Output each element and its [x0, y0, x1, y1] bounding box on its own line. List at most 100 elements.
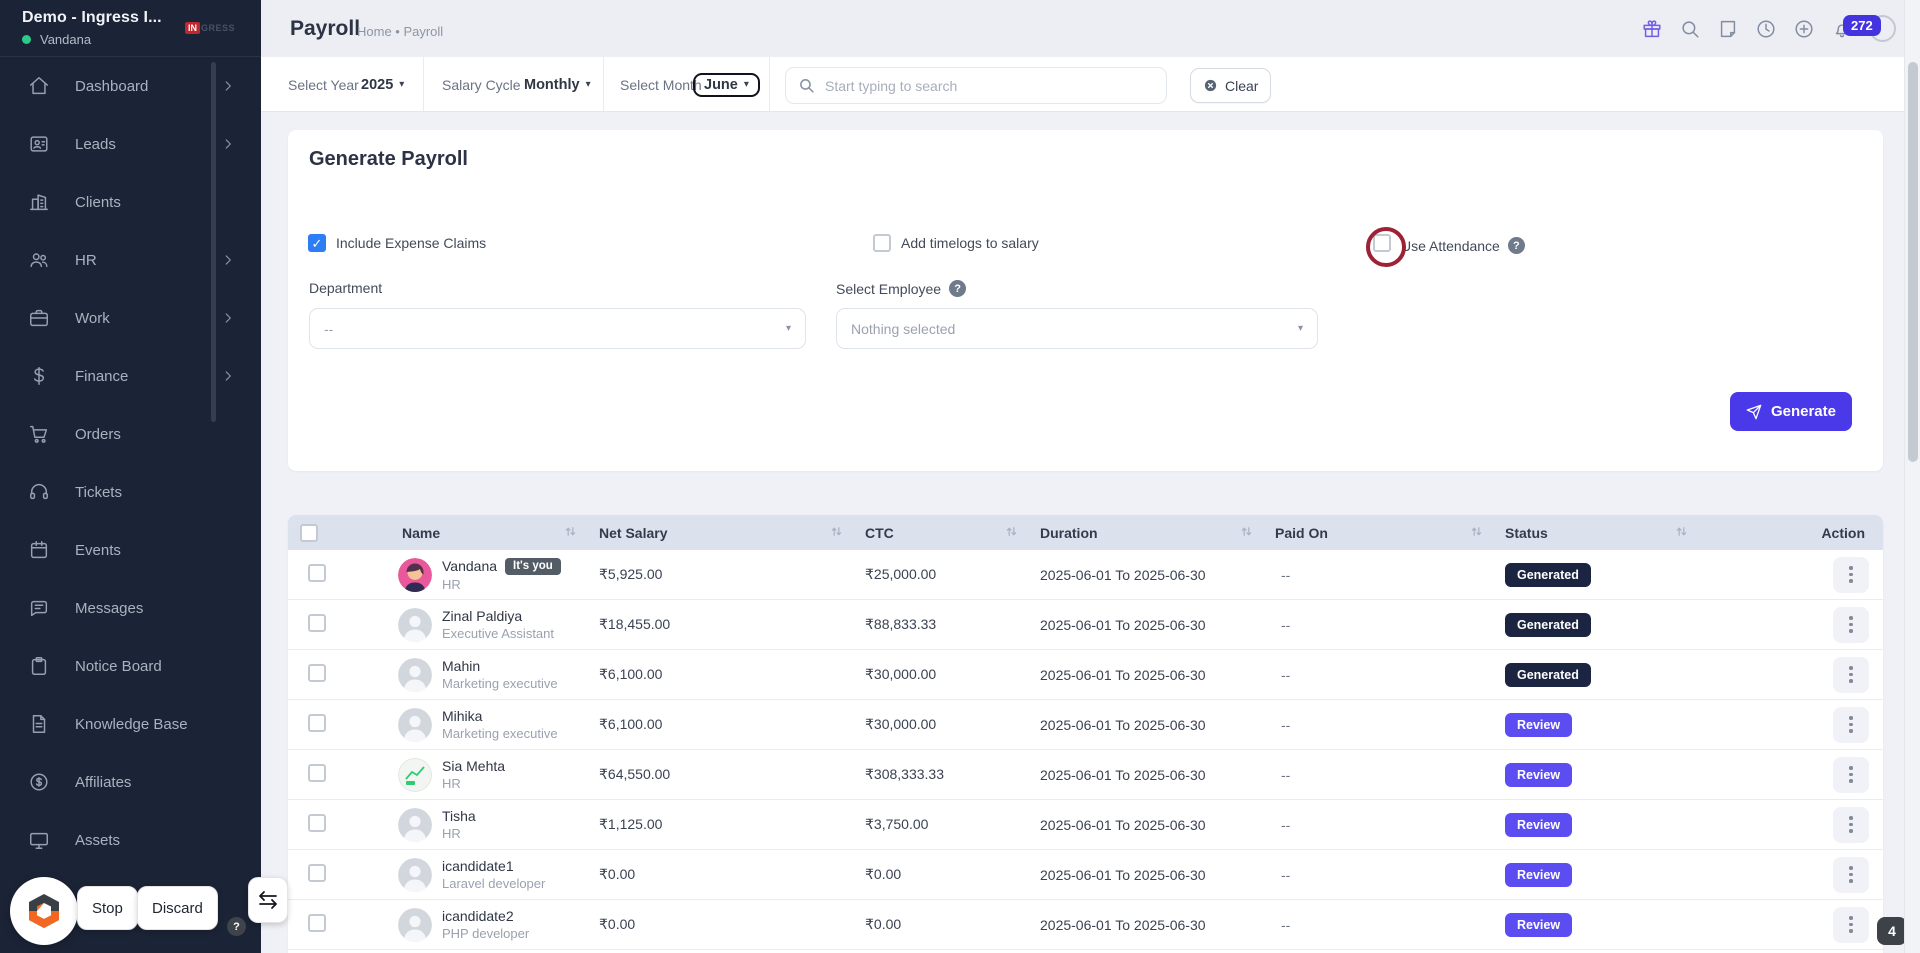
recorder-logo[interactable]: [10, 877, 78, 945]
action-cell: [1698, 557, 1883, 593]
employee-cell[interactable]: Sia MehtaHR: [336, 758, 587, 792]
leads-icon: [28, 133, 50, 155]
add-timelogs-checkbox[interactable]: [873, 234, 891, 252]
year-dropdown[interactable]: 2025▾: [361, 57, 404, 112]
row-checkbox[interactable]: [308, 714, 326, 732]
sidebar-item-label: Orders: [75, 426, 121, 443]
row-checkbox-cell: [288, 814, 336, 835]
current-user: Vandana: [22, 32, 247, 47]
help-bubble[interactable]: ?: [227, 917, 246, 936]
column-header-status[interactable]: Status: [1493, 515, 1698, 550]
employee-cell[interactable]: VandanaIt's youHR: [336, 558, 587, 592]
table-row: icandidate2PHP developer₹0.00₹0.002025-0…: [288, 900, 1883, 950]
use-attendance-checkbox[interactable]: [1373, 234, 1391, 252]
employee-role: Laravel developer: [442, 876, 545, 891]
note-icon[interactable]: [1717, 18, 1739, 40]
row-actions-menu-button[interactable]: [1833, 807, 1869, 843]
work-icon: [28, 307, 50, 329]
row-checkbox[interactable]: [308, 614, 326, 632]
select-month-label: Select Month: [620, 57, 702, 112]
sidebar-item-knowledge-base[interactable]: Knowledge Base: [0, 695, 261, 753]
sidebar-item-orders[interactable]: Orders: [0, 405, 261, 463]
column-header-ctc[interactable]: CTC: [853, 515, 1028, 550]
sidebar-item-label: Dashboard: [75, 78, 148, 95]
employee-cell[interactable]: TishaHR: [336, 808, 587, 842]
month-dropdown[interactable]: June▾: [693, 57, 760, 112]
status-cell: Review: [1493, 763, 1698, 787]
row-actions-menu-button[interactable]: [1833, 607, 1869, 643]
sidebar-scrollbar-thumb[interactable]: [211, 62, 216, 422]
discard-button[interactable]: Discard: [137, 886, 218, 930]
column-header-name[interactable]: Name: [336, 515, 587, 550]
row-actions-menu-button[interactable]: [1833, 857, 1869, 893]
department-value: --: [324, 321, 780, 337]
sidebar-item-notice-board[interactable]: Notice Board: [0, 637, 261, 695]
swap-arrows-button[interactable]: [248, 877, 288, 923]
action-cell: [1698, 657, 1883, 693]
sidebar-item-work[interactable]: Work: [0, 289, 261, 347]
row-actions-menu-button[interactable]: [1833, 657, 1869, 693]
generate-button[interactable]: Generate: [1730, 392, 1852, 431]
help-icon[interactable]: ?: [1508, 237, 1525, 254]
card-title: Generate Payroll: [309, 148, 468, 171]
column-header-duration[interactable]: Duration: [1028, 515, 1263, 550]
scrollbar-thumb[interactable]: [1908, 62, 1918, 462]
employee-cell[interactable]: icandidate1Laravel developer: [336, 858, 587, 892]
brand-logo: IN GRESS: [185, 22, 235, 34]
employee-cell[interactable]: Zinal PaldiyaExecutive Assistant: [336, 608, 587, 642]
ctc-cell: ₹0.00: [853, 916, 1028, 933]
search-input[interactable]: [825, 78, 1154, 94]
avatar: [398, 608, 432, 642]
gift-icon[interactable]: [1641, 18, 1663, 40]
duration-cell: 2025-06-01 To 2025-06-30: [1028, 867, 1263, 883]
row-actions-menu-button[interactable]: [1833, 907, 1869, 943]
sidebar-item-assets[interactable]: Assets: [0, 811, 261, 869]
row-actions-menu-button[interactable]: [1833, 757, 1869, 793]
stop-button[interactable]: Stop: [77, 886, 138, 930]
sidebar-item-dashboard[interactable]: Dashboard: [0, 57, 261, 115]
clear-filter-button[interactable]: Clear: [1190, 68, 1271, 103]
row-checkbox[interactable]: [308, 764, 326, 782]
row-actions-menu-button[interactable]: [1833, 707, 1869, 743]
home-icon: [28, 75, 50, 97]
duration-cell: 2025-06-01 To 2025-06-30: [1028, 667, 1263, 683]
avatar: [398, 908, 432, 942]
column-header-paid-on[interactable]: Paid On: [1263, 515, 1493, 550]
search-icon[interactable]: [1679, 18, 1701, 40]
employee-select[interactable]: Nothing selected ▾: [836, 308, 1318, 349]
row-checkbox[interactable]: [308, 564, 326, 582]
sidebar-item-events[interactable]: Events: [0, 521, 261, 579]
select-employee-label: Select Employee?: [836, 280, 966, 297]
column-header-net-salary[interactable]: Net Salary: [587, 515, 853, 550]
sidebar-item-finance[interactable]: Finance: [0, 347, 261, 405]
department-select[interactable]: -- ▾: [309, 308, 806, 349]
row-checkbox[interactable]: [308, 664, 326, 682]
row-checkbox[interactable]: [308, 864, 326, 882]
paid-on-cell: --: [1263, 667, 1493, 683]
help-icon[interactable]: ?: [949, 280, 966, 297]
employee-cell[interactable]: MahinMarketing executive: [336, 658, 587, 692]
row-checkbox[interactable]: [308, 814, 326, 832]
include-expense-claims-checkbox[interactable]: [308, 234, 326, 252]
workspace-header: Demo - Ingress I... IN GRESS Vandana: [0, 0, 261, 57]
row-actions-menu-button[interactable]: [1833, 557, 1869, 593]
sidebar-item-clients[interactable]: Clients: [0, 173, 261, 231]
clock-icon[interactable]: [1755, 18, 1777, 40]
sidebar-item-leads[interactable]: Leads: [0, 115, 261, 173]
status-badge: Generated: [1505, 613, 1591, 637]
employee-cell[interactable]: MihikaMarketing executive: [336, 708, 587, 742]
sidebar-item-tickets[interactable]: Tickets: [0, 463, 261, 521]
chevron-right-icon: [221, 311, 235, 325]
sidebar-item-affiliates[interactable]: Affiliates: [0, 753, 261, 811]
salary-cycle-label: Salary Cycle: [442, 57, 521, 112]
sidebar-item-messages[interactable]: Messages: [0, 579, 261, 637]
salary-cycle-dropdown[interactable]: Monthly▾: [524, 57, 591, 112]
employee-cell[interactable]: icandidate2PHP developer: [336, 908, 587, 942]
status-badge: Review: [1505, 813, 1572, 837]
row-checkbox[interactable]: [308, 914, 326, 932]
select-all-checkbox[interactable]: [300, 524, 318, 542]
swap-arrows-icon: [256, 888, 280, 912]
plus-circle-icon[interactable]: [1793, 18, 1815, 40]
sidebar-item-hr[interactable]: HR: [0, 231, 261, 289]
employee-name: Vandana: [442, 558, 497, 574]
